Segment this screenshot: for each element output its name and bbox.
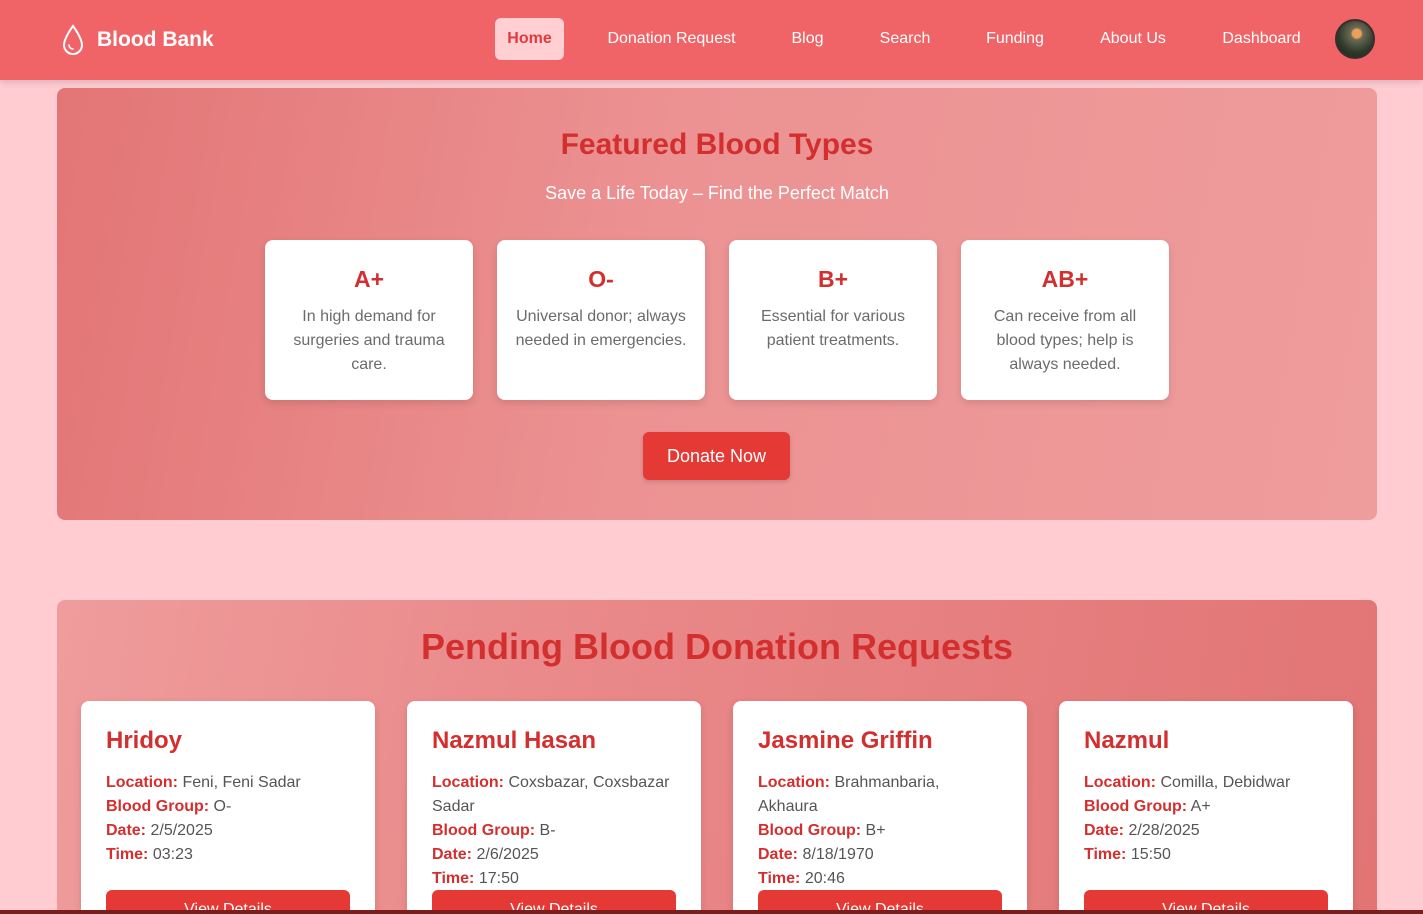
request-location: Location: Comilla, Debidwar — [1084, 774, 1291, 791]
pending-title: Pending Blood Donation Requests — [421, 626, 1013, 667]
nav-dashboard[interactable]: Dashboard — [1210, 18, 1313, 60]
request-date: Date: 2/28/2025 — [1084, 822, 1200, 839]
nav-donation-request[interactable]: Donation Request — [596, 18, 747, 60]
request-time: Time: 15:50 — [1084, 846, 1171, 863]
nav-home[interactable]: Home — [495, 18, 564, 60]
request-location: Location: Feni, Feni Sadar — [106, 774, 301, 791]
nav-search[interactable]: Search — [868, 18, 942, 60]
request-blood-group: Blood Group: B- — [432, 822, 556, 839]
featured-subtitle: Save a Life Today – Find the Perfect Mat… — [545, 183, 889, 203]
blood-type-name: O- — [588, 266, 614, 292]
request-date: Date: 2/5/2025 — [106, 822, 213, 839]
donate-now-button[interactable]: Donate Now — [643, 432, 790, 480]
featured-blood-types-section: Featured Blood Types Save a Life Today –… — [57, 88, 1377, 520]
request-time: Time: 17:50 — [432, 870, 519, 887]
blood-type-desc: In high demand for surgeries and trauma … — [293, 308, 445, 373]
request-card: Hridoy Location: Feni, Feni Sadar Blood … — [81, 701, 375, 914]
nav-about-us[interactable]: About Us — [1089, 18, 1177, 60]
requester-name: Jasmine Griffin — [758, 727, 933, 754]
nav-funding[interactable]: Funding — [975, 18, 1055, 60]
blood-type-card: B+ Essential for various patient treatme… — [729, 240, 937, 400]
blood-type-name: A+ — [353, 266, 385, 292]
blood-type-card: O- Universal donor; always needed in eme… — [497, 240, 705, 400]
nav-links: Home Donation Request Blog Search Fundin… — [0, 18, 1423, 60]
blood-type-desc: Universal donor; always needed in emerge… — [515, 308, 687, 349]
blood-type-desc: Can receive from all blood types; help i… — [993, 308, 1137, 373]
request-blood-group: Blood Group: A+ — [1084, 798, 1211, 815]
blood-type-name: B+ — [817, 266, 849, 292]
blood-type-card: AB+ Can receive from all blood types; he… — [961, 240, 1169, 400]
request-date: Date: 8/18/1970 — [758, 846, 874, 863]
request-location: Location: Brahmanbaria, Akhaura — [758, 774, 940, 815]
user-avatar[interactable] — [1335, 19, 1375, 59]
request-card: Nazmul Hasan Location: Coxsbazar, Coxsba… — [407, 701, 701, 914]
request-card: Jasmine Griffin Location: Brahmanbaria, … — [733, 701, 1027, 914]
featured-title: Featured Blood Types — [560, 128, 874, 161]
nav-blog[interactable]: Blog — [780, 18, 835, 60]
navbar: Blood Bank Home Donation Request Blog Se… — [0, 0, 1423, 80]
request-card: Nazmul Location: Comilla, Debidwar Blood… — [1059, 701, 1353, 914]
requester-name: Nazmul Hasan — [432, 727, 597, 754]
requester-name: Hridoy — [106, 727, 183, 754]
blood-type-desc: Essential for various patient treatments… — [760, 308, 906, 349]
request-location: Location: Coxsbazar, Coxsbazar Sadar — [432, 774, 670, 815]
pending-requests-section: Pending Blood Donation Requests Hridoy L… — [57, 600, 1377, 914]
request-blood-group: Blood Group: B+ — [758, 822, 886, 839]
request-blood-group: Blood Group: O- — [106, 798, 232, 815]
request-date: Date: 2/6/2025 — [432, 846, 539, 863]
bottom-divider — [0, 910, 1423, 914]
blood-type-card: A+ In high demand for surgeries and trau… — [265, 240, 473, 400]
blood-type-name: AB+ — [1041, 266, 1089, 292]
request-time: Time: 20:46 — [758, 870, 845, 887]
requester-name: Nazmul — [1084, 727, 1170, 754]
request-time: Time: 03:23 — [106, 846, 193, 863]
